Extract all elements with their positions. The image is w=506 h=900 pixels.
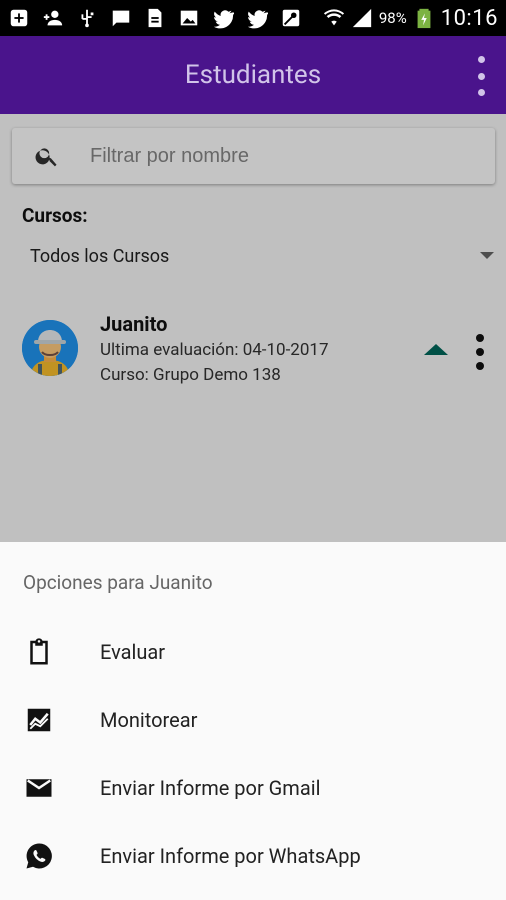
student-course: Curso: Grupo Demo 138 — [100, 365, 281, 385]
option-evaluar[interactable]: Evaluar — [0, 620, 506, 684]
student-last-evaluation: Ultima evaluación: 04-10-2017 — [100, 340, 329, 360]
overflow-menu-icon[interactable] — [468, 56, 494, 96]
app-bar: Estudiantes — [0, 36, 506, 114]
search-input[interactable] — [90, 144, 450, 168]
notification-icons — [8, 7, 302, 29]
courses-label: Cursos: — [22, 204, 88, 227]
whatsapp-icon — [24, 841, 54, 871]
page-title: Estudiantes — [184, 60, 322, 90]
chart-icon — [24, 705, 54, 735]
image-icon — [178, 7, 200, 29]
person-add-icon — [42, 7, 64, 29]
option-label: Enviar Informe por Gmail — [100, 776, 321, 800]
courses-dropdown[interactable]: Todos los Cursos — [22, 238, 494, 274]
clipboard-icon — [24, 637, 54, 667]
option-gmail[interactable]: Enviar Informe por Gmail — [0, 756, 506, 820]
option-label: Evaluar — [100, 640, 166, 664]
dropdown-arrow-icon — [480, 252, 494, 259]
sheet-title: Opciones para Juanito — [23, 571, 213, 594]
battery-percent: 98% — [378, 9, 407, 27]
message-icon — [110, 7, 132, 29]
clock: 10:16 — [440, 5, 498, 31]
options-bottom-sheet: Opciones para Juanito Evaluar Monitorear… — [0, 542, 506, 900]
option-label: Monitorear — [100, 708, 198, 732]
option-whatsapp[interactable]: Enviar Informe por WhatsApp — [0, 824, 506, 888]
student-name: Juanito — [100, 312, 168, 336]
search-bar — [12, 128, 495, 184]
map-icon — [280, 7, 302, 29]
avatar — [22, 320, 78, 376]
battery-charging-icon — [413, 7, 435, 29]
option-monitorear[interactable]: Monitorear — [0, 688, 506, 752]
document-icon — [144, 7, 166, 29]
option-label: Enviar Informe por WhatsApp — [100, 844, 361, 868]
wifi-icon — [323, 7, 345, 29]
signal-icon — [351, 7, 373, 29]
list-item[interactable]: Juanito Ultima evaluación: 04-10-2017 Cu… — [0, 304, 506, 394]
students-screen: Cursos: Todos los Cursos Juanito Ultima … — [0, 114, 506, 542]
usb-icon — [76, 7, 98, 29]
system-icons: 98% 10:16 — [323, 6, 498, 31]
trend-up-icon — [424, 344, 448, 355]
status-bar: 98% 10:16 — [0, 0, 506, 36]
email-icon — [24, 773, 54, 803]
row-overflow-menu-icon[interactable] — [474, 334, 486, 370]
courses-dropdown-value: Todos los Cursos — [30, 245, 170, 267]
twitter-icon — [212, 7, 234, 29]
search-icon — [34, 143, 60, 169]
add-box-icon — [8, 7, 30, 29]
twitter-icon — [246, 7, 268, 29]
